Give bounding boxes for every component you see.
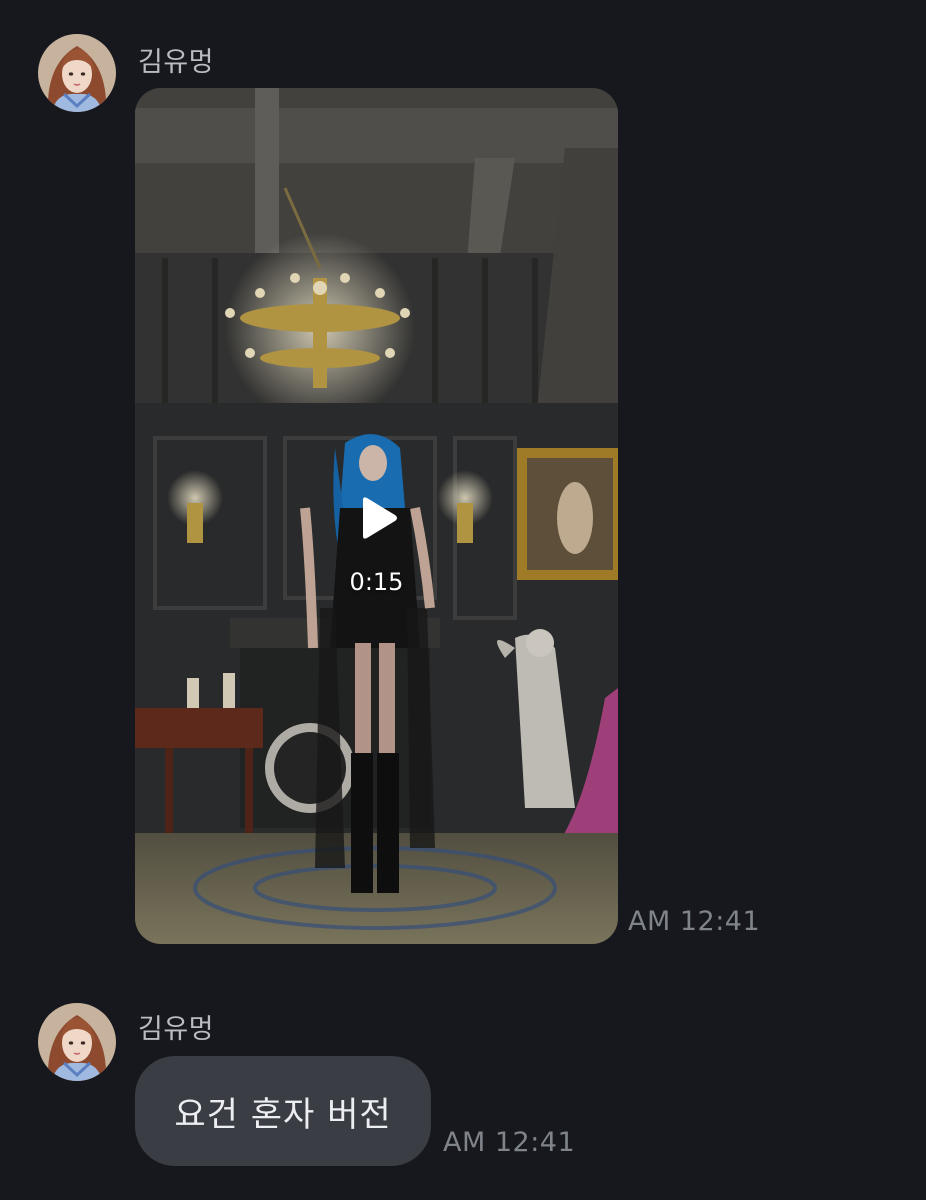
chat-thread: 김유멍 0:15 AM 12:41 김유멍 요건 혼자 버전 AM 12:41 — [0, 0, 926, 1200]
message-video: 김유멍 0:15 AM 12:41 — [0, 0, 926, 960]
message-bubble[interactable]: 요건 혼자 버전 — [135, 1056, 431, 1166]
play-icon[interactable] — [357, 496, 399, 540]
avatar[interactable] — [38, 34, 116, 112]
message-time: AM 12:41 — [443, 1127, 576, 1158]
video-duration: 0:15 — [349, 568, 404, 596]
message-time: AM 12:41 — [628, 906, 761, 937]
video-thumbnail[interactable]: 0:15 — [135, 88, 618, 944]
sender-name: 김유멍 — [138, 1014, 215, 1045]
avatar[interactable] — [38, 1003, 116, 1081]
message-body: 요건 혼자 버전 — [174, 1094, 392, 1135]
message-text: 김유멍 요건 혼자 버전 AM 12:41 — [0, 995, 926, 1200]
sender-name: 김유멍 — [138, 47, 215, 78]
